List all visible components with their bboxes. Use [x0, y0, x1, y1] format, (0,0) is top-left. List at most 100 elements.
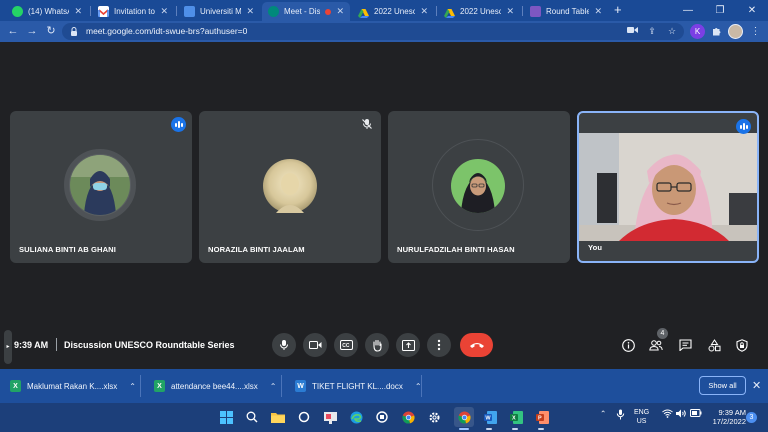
wifi-icon[interactable] [662, 409, 673, 420]
present-screen-button[interactable] [396, 333, 420, 357]
participant-tile-you[interactable]: You [577, 111, 759, 263]
download-filename: attendance bee44....xlsx [171, 381, 258, 391]
present-icon [401, 339, 415, 351]
window-close-button[interactable]: ✕ [736, 0, 768, 21]
download-item[interactable]: X Maklumat Rakan K....xlsx ⌃ [0, 369, 136, 403]
svg-text:W: W [485, 415, 491, 421]
mic-button[interactable] [272, 333, 296, 357]
open-app-indicator [512, 428, 518, 430]
new-tab-button[interactable]: + [614, 2, 622, 18]
microphone-tray-icon[interactable] [616, 409, 625, 422]
profile-avatar[interactable] [728, 24, 743, 39]
notification-badge[interactable]: 3 [746, 412, 757, 423]
store-button[interactable] [372, 407, 392, 427]
camera-indicator-icon[interactable] [626, 26, 638, 37]
tab-whatsapp[interactable]: (14) WhatsApp ✕ [6, 2, 88, 21]
share-icon[interactable]: ⇪ [646, 26, 658, 37]
browser-menu-icon[interactable]: ⋮ [748, 24, 763, 39]
reload-button[interactable]: ↻ [43, 24, 59, 39]
file-explorer-button[interactable] [268, 407, 288, 427]
excel-button[interactable]: X [506, 407, 526, 427]
participant-tile-suliana[interactable]: SULIANA BINTI AB GHANI [10, 111, 192, 263]
close-shelf-icon[interactable]: ✕ [752, 379, 761, 392]
excel-file-icon: X [10, 380, 21, 392]
chrome-profile-button[interactable] [454, 407, 474, 427]
word-button[interactable]: W [480, 407, 500, 427]
participant-tile-nurulfadzilah[interactable]: NURULFADZILAH BINTI HASAN [388, 111, 570, 263]
show-all-button[interactable]: Show all [699, 376, 746, 395]
avatar-photo-norazila [263, 159, 317, 213]
taskbar-date: 17/2/2022 [712, 417, 746, 426]
close-icon[interactable]: ✕ [160, 6, 168, 17]
meeting-info-button[interactable] [619, 336, 637, 354]
extension-k-label: K [694, 27, 701, 36]
powerpoint-button[interactable]: P [532, 407, 552, 427]
word-icon: W [483, 410, 497, 424]
volume-icon[interactable] [676, 409, 687, 420]
edge-button[interactable] [346, 407, 366, 427]
tab-unesco-2[interactable]: 2022 Unesco C ✕ [438, 2, 520, 21]
close-icon[interactable]: ✕ [246, 6, 254, 17]
more-options-button[interactable] [427, 333, 451, 357]
extension-k-icon[interactable]: K [690, 24, 705, 39]
extensions-puzzle-icon[interactable] [709, 24, 724, 39]
captions-button[interactable]: CC [334, 333, 358, 357]
start-button[interactable] [216, 407, 236, 427]
avatar-photo-suliana [70, 155, 130, 215]
tab-universiti-malaya[interactable]: Universiti Malay ✕ [178, 2, 260, 21]
more-vert-icon [437, 339, 441, 351]
close-icon[interactable]: ✕ [74, 6, 82, 17]
minimize-button[interactable]: — [672, 0, 704, 21]
tab-round-table[interactable]: Round Table Di ✕ [524, 2, 608, 21]
participant-tile-norazila[interactable]: NORAZILA BINTI JAALAM [199, 111, 381, 263]
participant-name: NORAZILA BINTI JAALAM [208, 245, 305, 254]
tab-label: 2022 Unesco C [460, 7, 502, 16]
close-icon[interactable]: ✕ [336, 6, 344, 17]
edge-icon [350, 411, 362, 423]
app-button[interactable] [320, 407, 340, 427]
activities-button[interactable] [705, 336, 723, 354]
settings-button[interactable] [424, 407, 444, 427]
chrome-button[interactable] [398, 407, 418, 427]
close-icon[interactable]: ✕ [420, 6, 428, 17]
bookmark-star-icon[interactable]: ☆ [666, 26, 678, 37]
chevron-up-icon[interactable]: ⌃ [270, 382, 277, 391]
participant-name: NURULFADZILAH BINTI HASAN [397, 245, 515, 254]
windows-icon [219, 410, 233, 424]
omnibox[interactable]: meet.google.com/idt-swue-brs?authuser=0 … [62, 23, 684, 40]
chat-button[interactable] [676, 336, 694, 354]
download-item[interactable]: W TIKET FLIGHT KL....docx ⌃ [285, 369, 422, 403]
cortana-button[interactable] [294, 407, 314, 427]
back-button[interactable]: ← [5, 24, 21, 39]
search-button[interactable] [242, 407, 262, 427]
language-indicator[interactable]: ENG US [634, 408, 649, 426]
download-item[interactable]: X attendance bee44....xlsx ⌃ [144, 369, 276, 403]
raise-hand-button[interactable] [365, 333, 389, 357]
tab-meet[interactable]: Meet - Discussion ✕ [262, 2, 350, 21]
tab-gmail-invitation[interactable]: Invitation to Pa ✕ [92, 2, 174, 21]
download-filename: Maklumat Rakan K....xlsx [27, 381, 118, 391]
keyboard-layout: US [636, 418, 647, 425]
close-icon[interactable]: ✕ [594, 6, 602, 17]
tab-unesco-1[interactable]: 2022 Unesco C ✕ [352, 2, 434, 21]
forward-button[interactable]: → [24, 24, 40, 39]
presentation-app-icon [323, 411, 337, 424]
participant-name: You [588, 243, 603, 252]
chevron-up-icon[interactable]: ⌃ [129, 382, 136, 391]
camera-button[interactable] [303, 333, 327, 357]
restore-button[interactable]: ❐ [704, 0, 736, 21]
tab-separator [176, 6, 177, 16]
battery-icon[interactable] [690, 409, 702, 419]
show-hidden-icons-chevron-icon[interactable]: ⌃ [600, 409, 606, 418]
side-panel-toggle[interactable]: ▸ [4, 330, 12, 364]
hang-up-icon [469, 343, 484, 348]
divider [281, 375, 282, 397]
end-call-button[interactable] [460, 333, 493, 357]
host-controls-button[interactable] [733, 336, 751, 354]
cortana-icon [298, 411, 310, 423]
close-icon[interactable]: ✕ [506, 6, 514, 17]
taskbar-clock[interactable]: 9:39 AM 17/2/2022 [706, 408, 746, 426]
google-drive-icon [444, 6, 455, 18]
store-icon [376, 411, 388, 423]
speaking-indicator-icon [171, 117, 186, 132]
